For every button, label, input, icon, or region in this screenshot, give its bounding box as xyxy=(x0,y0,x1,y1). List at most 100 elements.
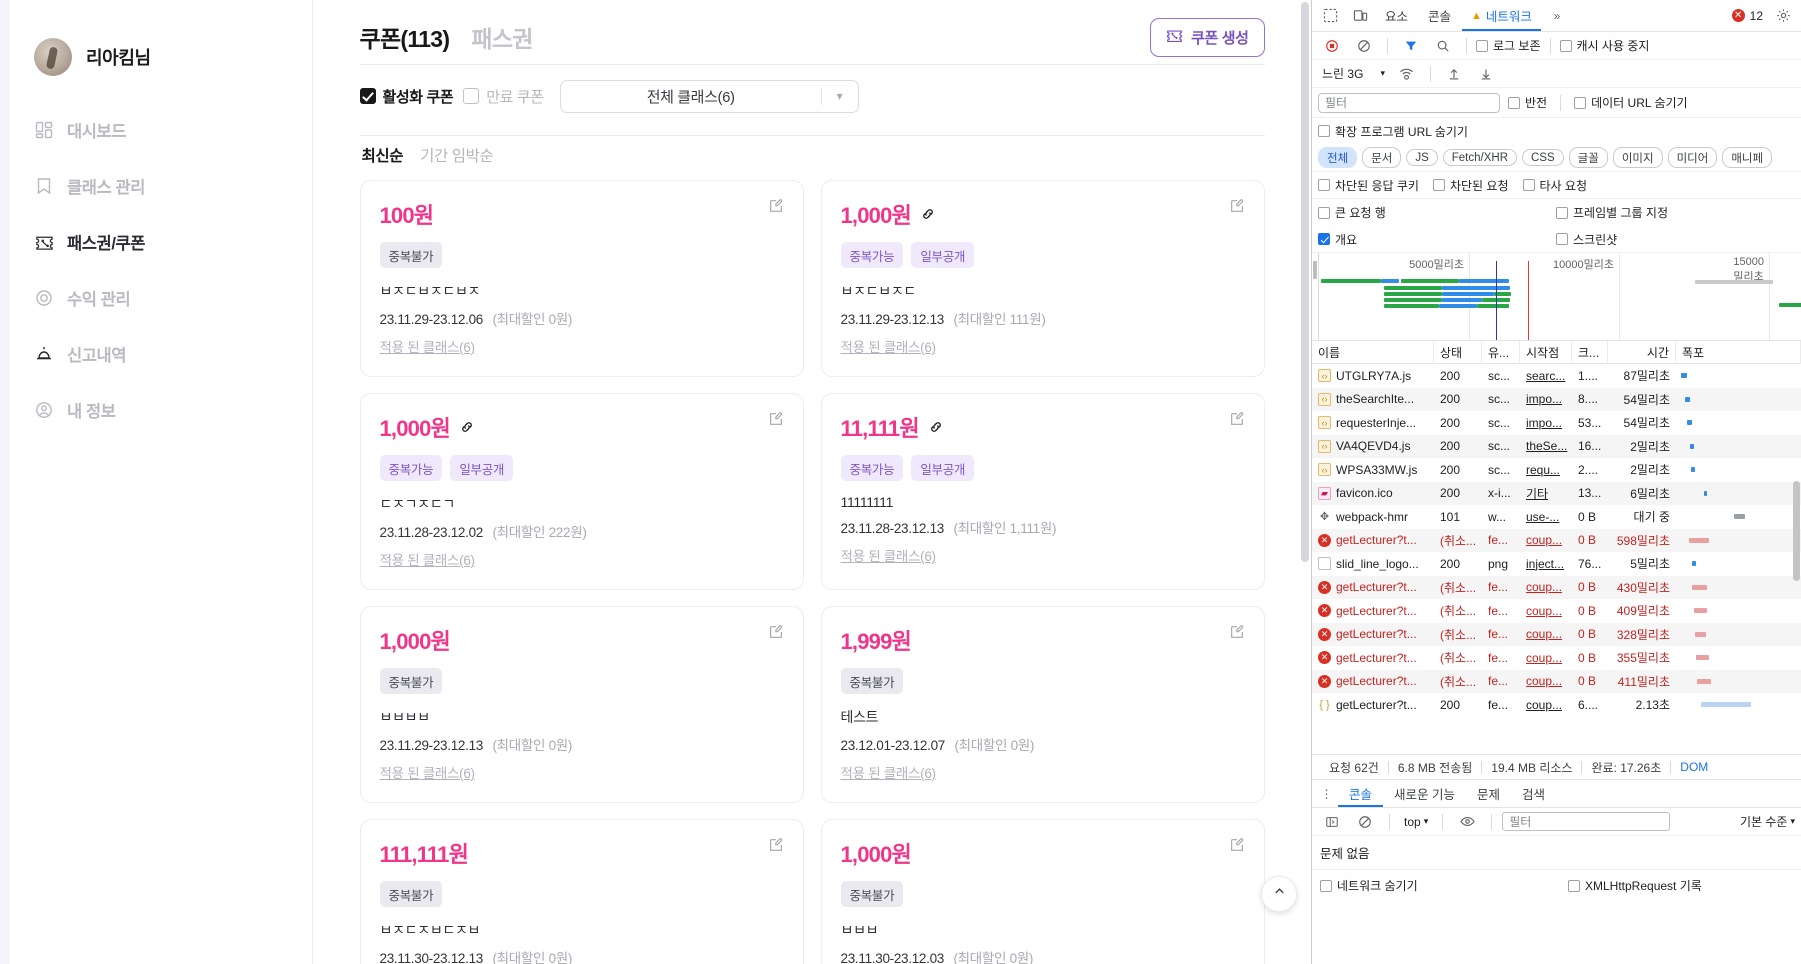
coupon-card[interactable]: 1,000원 중복가능 일부공개 ㄷㅈㄱㅈㄷㄱ 23.11.28-23.12.02… xyxy=(359,393,804,590)
console-log-level-select[interactable]: 기본 수준 ▾ xyxy=(1740,813,1795,830)
drawer-tab-search[interactable]: 검색 xyxy=(1511,780,1556,807)
drawer-tab-console[interactable]: 콘솔 xyxy=(1338,780,1383,807)
network-request-row[interactable]: { } getLecturer?t... 200 fe... coup... 6.… xyxy=(1312,693,1801,717)
tab-network[interactable]: ▲ 네트워크 xyxy=(1462,1,1541,31)
tab-console[interactable]: 콘솔 xyxy=(1419,1,1460,31)
active-coupon-checkbox[interactable]: 활성화 쿠폰 xyxy=(359,86,454,107)
request-initiator[interactable]: impo... xyxy=(1526,416,1562,430)
third-party-requests-checkbox[interactable]: 타사 요청 xyxy=(1522,177,1587,194)
sidebar-item-dashboard[interactable]: 대시보드 xyxy=(0,102,312,158)
request-initiator-cell[interactable]: impo... xyxy=(1520,388,1572,412)
applied-classes-link[interactable]: 적용 된 클래스(6) xyxy=(380,336,476,356)
request-initiator-cell[interactable]: coup... xyxy=(1520,670,1572,694)
network-request-row[interactable]: ✕ getLecturer?t... (취소... fe... coup... 0… xyxy=(1312,669,1801,694)
chevron-double-right-icon[interactable]: » xyxy=(1543,3,1571,29)
coupon-card[interactable]: 1,000원 중복불가 ㅂㅂㅂ 23.11.30-23.12.03 (최대할인 … xyxy=(820,819,1265,964)
class-select[interactable]: 전체 클래스(6) ▾ xyxy=(559,79,859,113)
resource-type-pill[interactable]: Fetch/XHR xyxy=(1442,149,1518,166)
screenshots-checkbox[interactable]: 스크린샷 xyxy=(1556,231,1617,248)
edit-coupon-icon[interactable] xyxy=(768,411,784,427)
column-header-name[interactable]: 이름 xyxy=(1312,341,1434,364)
network-request-row[interactable]: slid_line_logo... 200 png inject... 76..… xyxy=(1312,552,1801,576)
sort-expiring[interactable]: 기간 임박순 xyxy=(420,144,494,166)
network-request-row[interactable]: ‹› requesterInje... 200 sc... impo... 53.… xyxy=(1312,411,1801,435)
applied-classes-link[interactable]: 적용 된 클래스(6) xyxy=(841,336,937,356)
overview-left-handle[interactable] xyxy=(1312,253,1319,340)
overview-timeline[interactable]: 5000밀리초 10000밀리초 15000밀리초 xyxy=(1319,253,1801,340)
upload-icon[interactable] xyxy=(1440,61,1468,87)
request-initiator-cell[interactable]: impo... xyxy=(1520,411,1572,435)
edit-coupon-icon[interactable] xyxy=(768,624,784,640)
request-initiator-cell[interactable]: coup... xyxy=(1520,599,1572,623)
network-request-row[interactable]: ✕ getLecturer?t... (취소... fe... coup... 0… xyxy=(1312,646,1801,670)
profile[interactable]: 리아킴님 xyxy=(0,26,312,88)
network-request-row[interactable]: ✕ getLecturer?t... (취소... fe... coup... 0… xyxy=(1312,622,1801,646)
applied-classes-link[interactable]: 적용 된 클래스(6) xyxy=(380,762,476,782)
request-initiator[interactable]: coup... xyxy=(1526,604,1562,618)
hide-extension-urls-checkbox[interactable]: 확장 프로그램 URL 숨기기 xyxy=(1318,123,1468,140)
blocked-requests-checkbox[interactable]: 차단된 요청 xyxy=(1432,177,1509,194)
create-coupon-button[interactable]: 쿠폰 생성 xyxy=(1150,17,1265,57)
network-request-row[interactable]: ✥ webpack-hmr 101 w... use-... 0 B 대기 중 xyxy=(1312,505,1801,529)
console-context-select[interactable]: top ▾ xyxy=(1400,815,1432,829)
request-initiator[interactable]: coup... xyxy=(1526,533,1562,547)
column-header-size[interactable]: 크... xyxy=(1572,341,1608,364)
error-count-badge[interactable]: ✕ 12 xyxy=(1731,9,1767,23)
device-toolbar-icon[interactable] xyxy=(1346,3,1374,29)
request-initiator[interactable]: 기타 xyxy=(1526,485,1548,502)
request-initiator[interactable]: requ... xyxy=(1526,463,1560,477)
sidebar-item-revenue[interactable]: 수익 관리 xyxy=(0,270,312,326)
network-request-row[interactable]: ‹› VA4QEVD4.js 200 sc... theSe... 16... 2… xyxy=(1312,434,1801,459)
funnel-icon[interactable] xyxy=(1397,33,1425,59)
resource-type-pill[interactable]: CSS xyxy=(1522,149,1564,166)
network-request-row[interactable]: ‹› WPSA33MW.js 200 sc... requ... 2.... 2밀… xyxy=(1312,458,1801,482)
drawer-tab-issues[interactable]: 문제 xyxy=(1466,780,1511,807)
hide-data-urls-checkbox[interactable]: 데이터 URL 숨기기 xyxy=(1574,94,1688,111)
main-scrollbar[interactable] xyxy=(1301,2,1309,562)
coupon-card[interactable]: 11,111원 중복가능 일부공개 11111111 23.11.28-23.12… xyxy=(820,393,1265,590)
resource-type-pill[interactable]: 미디어 xyxy=(1667,147,1718,168)
kebab-menu-icon[interactable]: ⋮ xyxy=(1316,787,1338,801)
scroll-to-top-button[interactable] xyxy=(1261,876,1297,912)
request-initiator[interactable]: coup... xyxy=(1526,580,1562,594)
hide-network-checkbox[interactable]: 네트워크 숨기기 xyxy=(1320,877,1558,894)
resource-type-pill[interactable]: 이미지 xyxy=(1612,147,1663,168)
gear-icon[interactable] xyxy=(1769,3,1797,29)
edit-coupon-icon[interactable] xyxy=(768,198,784,214)
request-initiator[interactable]: theSe... xyxy=(1526,439,1567,453)
request-initiator-cell[interactable]: theSe... xyxy=(1520,435,1572,459)
coupon-card[interactable]: 1,999원 중복불가 테스트 23.12.01-23.12.07 (최대할인 … xyxy=(820,606,1265,803)
request-initiator[interactable]: coup... xyxy=(1526,651,1562,665)
request-initiator-cell[interactable]: coup... xyxy=(1520,646,1572,670)
overview-checkbox[interactable]: 개요 xyxy=(1318,231,1556,248)
sidebar-item-reports[interactable]: 신고내역 xyxy=(0,326,312,382)
table-scrollbar[interactable] xyxy=(1792,341,1801,754)
sort-latest[interactable]: 최신순 xyxy=(362,144,404,166)
download-icon[interactable] xyxy=(1472,61,1500,87)
resource-type-pill[interactable]: 글꼴 xyxy=(1568,147,1608,168)
request-initiator-cell[interactable]: coup... xyxy=(1520,576,1572,600)
edit-coupon-icon[interactable] xyxy=(1229,411,1245,427)
eye-icon[interactable] xyxy=(1453,809,1481,835)
column-header-initiator[interactable]: 시작점 xyxy=(1520,341,1572,364)
preserve-log-checkbox[interactable]: 로그 보존 xyxy=(1476,37,1541,54)
request-initiator[interactable]: coup... xyxy=(1526,698,1562,712)
blocked-response-cookies-checkbox[interactable]: 차단된 응답 쿠키 xyxy=(1318,177,1419,194)
edit-coupon-icon[interactable] xyxy=(1229,837,1245,853)
request-initiator[interactable]: coup... xyxy=(1526,627,1562,641)
request-initiator[interactable]: coup... xyxy=(1526,674,1562,688)
throttle-select[interactable]: 느린 3G ▾ xyxy=(1318,65,1389,82)
edit-coupon-icon[interactable] xyxy=(1229,624,1245,640)
resource-type-pill[interactable]: 문서 xyxy=(1362,147,1402,168)
clear-icon[interactable] xyxy=(1350,33,1378,59)
resource-type-pill[interactable]: 매니페 xyxy=(1722,147,1773,168)
tab-elements[interactable]: 요소 xyxy=(1376,1,1417,31)
clear-icon[interactable] xyxy=(1351,809,1379,835)
resource-type-pill[interactable]: 전체 xyxy=(1318,147,1358,168)
applied-classes-link[interactable]: 적용 된 클래스(6) xyxy=(841,762,937,782)
big-request-rows-checkbox[interactable]: 큰 요청 행 xyxy=(1318,204,1556,221)
network-request-row[interactable]: ▰ favicon.ico 200 x-i... 기타 13... 6밀리초 xyxy=(1312,481,1801,505)
request-initiator[interactable]: inject... xyxy=(1526,557,1564,571)
tab-coupons[interactable]: 쿠폰(113) xyxy=(360,20,451,54)
console-sidebar-icon[interactable] xyxy=(1318,809,1346,835)
